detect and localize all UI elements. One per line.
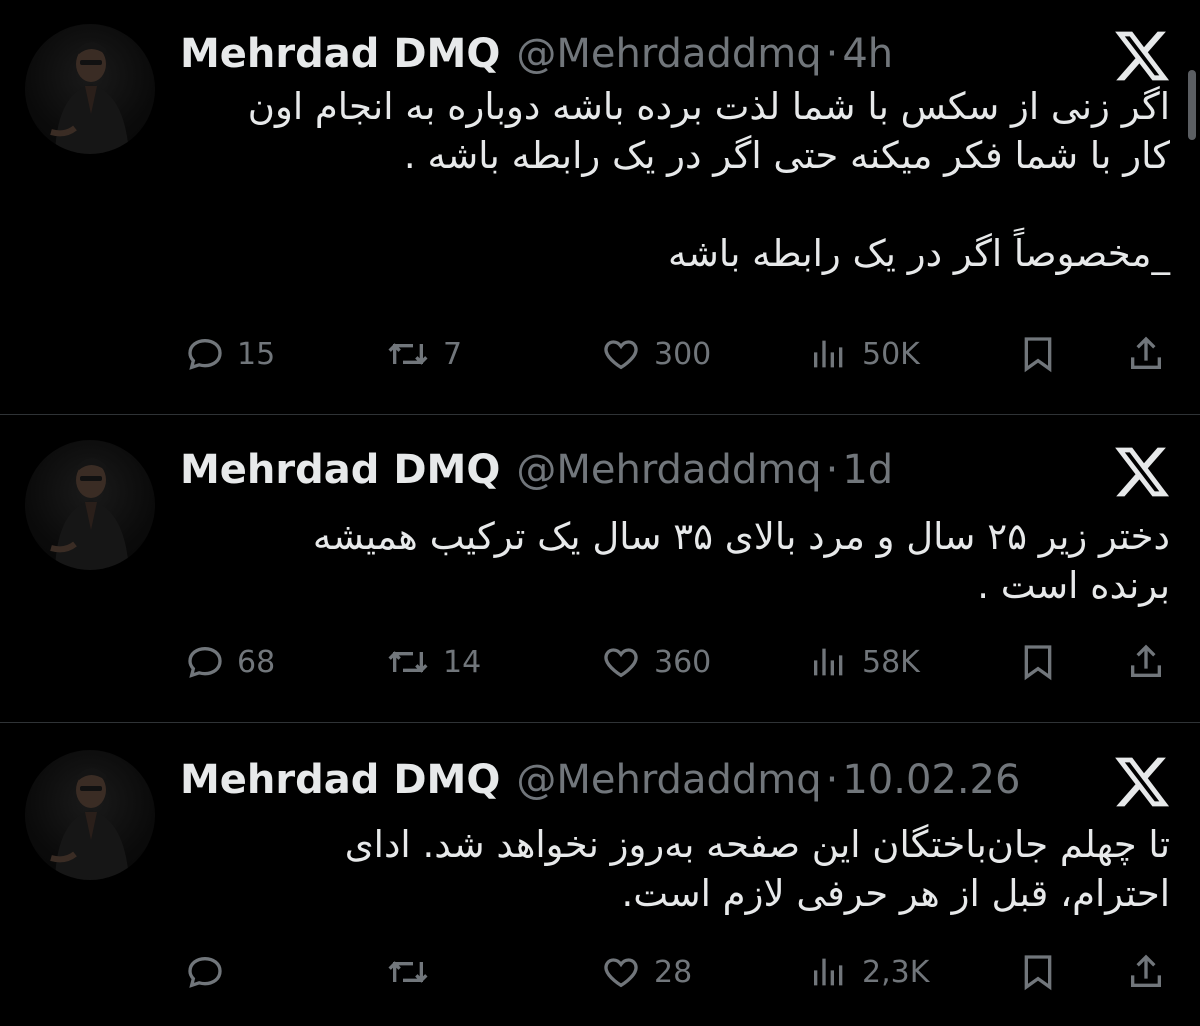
- x-logo-icon: [1115, 757, 1170, 807]
- tweet-text-line: احترام، قبل از هر حرفی لازم است.: [621, 872, 1170, 915]
- tweet-text: تا چهلم جان‌باختگان این صفحه به‌روز نخوا…: [170, 820, 1170, 918]
- repost-count: 7: [443, 336, 463, 372]
- timestamp[interactable]: 10.02.26: [842, 757, 1020, 803]
- tweet-text-line: [170, 180, 1170, 229]
- timestamp[interactable]: 1d: [842, 447, 893, 493]
- repost-icon: [388, 343, 428, 365]
- views-button[interactable]: 58K: [808, 632, 920, 692]
- bookmark-button[interactable]: [1018, 942, 1058, 1002]
- reply-bubble-icon: [188, 646, 222, 678]
- reply-bubble-icon: [188, 956, 222, 988]
- share-button[interactable]: [1126, 942, 1166, 1002]
- separator-dot: ·: [825, 31, 839, 77]
- tweet[interactable]: Mehrdad DMQ @Mehrdaddmq · 1d دختر زیر ۲۵…: [0, 440, 1200, 700]
- heart-icon: [604, 648, 638, 678]
- user-handle[interactable]: @Mehrdaddmq: [516, 447, 821, 493]
- tweet-text-line: دختر زیر ۲۵ سال و مرد بالای ۳۵ سال یک تر…: [312, 515, 1170, 558]
- tweet-header: Mehrdad DMQ @Mehrdaddmq · 10.02.26: [180, 750, 1020, 810]
- like-count: 360: [654, 644, 712, 680]
- like-count: 28: [654, 954, 693, 990]
- share-button[interactable]: [1126, 324, 1166, 384]
- tweet-actions: 28 2,3K: [0, 942, 1200, 1002]
- tweet-text-line: اگر زنی از سکس با شما لذت برده باشه دوبا…: [247, 85, 1170, 128]
- tweet-header: Mehrdad DMQ @Mehrdaddmq · 4h: [180, 24, 893, 84]
- divider: [0, 414, 1200, 415]
- separator-dot: ·: [825, 757, 839, 803]
- like-count: 300: [654, 336, 712, 372]
- bookmark-button[interactable]: [1018, 632, 1058, 692]
- x-logo-icon: [1115, 447, 1170, 497]
- tweet-text-line: تا چهلم جان‌باختگان این صفحه به‌روز نخوا…: [344, 823, 1170, 866]
- repost-button[interactable]: 14: [385, 632, 481, 692]
- views-count: 58K: [862, 644, 920, 680]
- repost-button[interactable]: 7: [385, 324, 462, 384]
- user-handle[interactable]: @Mehrdaddmq: [516, 757, 821, 803]
- reply-count: 15: [237, 336, 276, 372]
- views-bars-icon: [814, 340, 843, 368]
- tweet[interactable]: Mehrdad DMQ @Mehrdaddmq · 10.02.26 تا چه…: [0, 750, 1200, 1020]
- avatar[interactable]: [25, 440, 155, 570]
- tweet-text-line: برنده است .: [977, 564, 1170, 607]
- repost-icon: [388, 651, 428, 673]
- tweet-text: اگر زنی از سکس با شما لذت برده باشه دوبا…: [170, 82, 1170, 278]
- tweet-text-line: کار با شما فکر میکنه حتی اگر در یک رابطه…: [403, 134, 1170, 177]
- divider: [0, 722, 1200, 723]
- bookmark-icon: [1024, 337, 1052, 373]
- tweet-text: دختر زیر ۲۵ سال و مرد بالای ۳۵ سال یک تر…: [170, 512, 1170, 610]
- avatar[interactable]: [25, 24, 155, 154]
- bookmark-button[interactable]: [1018, 324, 1058, 384]
- separator-dot: ·: [825, 447, 839, 493]
- reply-bubble-icon: [188, 338, 222, 370]
- share-icon: [1131, 336, 1161, 369]
- share-icon: [1131, 644, 1161, 677]
- views-bars-icon: [814, 648, 843, 676]
- display-name[interactable]: Mehrdad DMQ: [180, 757, 500, 803]
- views-bars-icon: [814, 958, 843, 986]
- x-logo-icon: [1115, 31, 1170, 81]
- tweet-actions: 15 7 300 50K: [0, 324, 1200, 384]
- scrollbar[interactable]: [1188, 70, 1196, 140]
- tweet-actions: 68 14 360 58K: [0, 632, 1200, 692]
- repost-icon: [388, 961, 428, 983]
- share-button[interactable]: [1126, 632, 1166, 692]
- bookmark-icon: [1024, 645, 1052, 681]
- display-name[interactable]: Mehrdad DMQ: [180, 447, 500, 493]
- repost-button[interactable]: [385, 942, 443, 1002]
- like-button[interactable]: 28: [600, 942, 692, 1002]
- views-button[interactable]: 2,3K: [808, 942, 929, 1002]
- share-icon: [1131, 954, 1161, 987]
- tweet[interactable]: Mehrdad DMQ @Mehrdaddmq · 4h اگر زنی از …: [0, 24, 1200, 394]
- display-name[interactable]: Mehrdad DMQ: [180, 31, 500, 77]
- tweet-header: Mehrdad DMQ @Mehrdaddmq · 1d: [180, 440, 893, 500]
- bookmark-icon: [1024, 955, 1052, 991]
- views-button[interactable]: 50K: [808, 324, 920, 384]
- reply-button[interactable]: [185, 942, 237, 1002]
- reply-button[interactable]: 15: [185, 324, 275, 384]
- heart-icon: [604, 340, 638, 370]
- repost-count: 14: [443, 644, 482, 680]
- like-button[interactable]: 300: [600, 324, 711, 384]
- reply-count: 68: [237, 644, 276, 680]
- tweet-text-line: _مخصوصاً اگر در یک رابطه باشه: [667, 232, 1170, 275]
- timestamp[interactable]: 4h: [842, 31, 893, 77]
- avatar[interactable]: [25, 750, 155, 880]
- user-handle[interactable]: @Mehrdaddmq: [516, 31, 821, 77]
- like-button[interactable]: 360: [600, 632, 711, 692]
- reply-button[interactable]: 68: [185, 632, 275, 692]
- heart-icon: [604, 958, 638, 988]
- views-count: 50K: [862, 336, 920, 372]
- views-count: 2,3K: [862, 954, 930, 990]
